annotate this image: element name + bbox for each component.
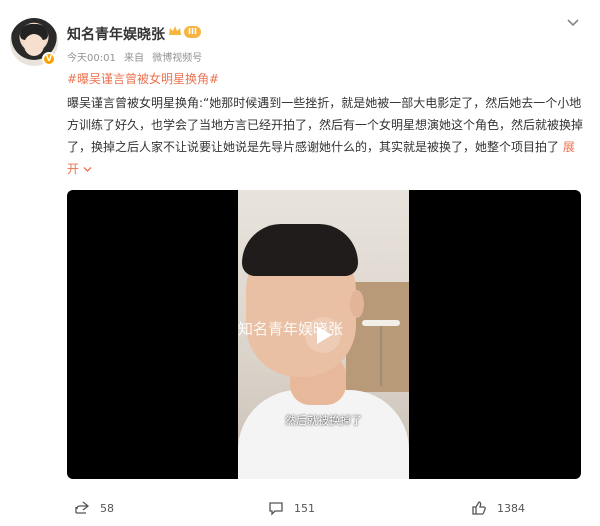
- video-player[interactable]: 知名青年娱晓张 然后就被换掉了: [67, 190, 581, 479]
- share-count: 58: [100, 501, 114, 515]
- thumbs-up-icon: [472, 501, 486, 515]
- level-badge: III: [184, 26, 201, 38]
- chevron-down-icon[interactable]: [566, 18, 580, 28]
- video-subtitle: 然后就被换掉了: [285, 414, 362, 427]
- post-content: 曝吴谨言曾被女明星换角:“她那时候遇到一些挫折，就是她被一部大电影定了，然后她去…: [67, 92, 585, 180]
- post-meta: 今天00:01 来自 微博视频号: [67, 49, 207, 64]
- crown-icon: [169, 26, 181, 35]
- expand-chevron-icon: [83, 167, 92, 172]
- comment-button[interactable]: 151: [268, 494, 315, 522]
- post-time: 今天00:01: [67, 53, 116, 64]
- comment-icon: [269, 502, 283, 516]
- share-button[interactable]: 58: [74, 494, 114, 522]
- like-button[interactable]: 1384: [471, 494, 525, 522]
- verified-badge: V: [42, 52, 56, 66]
- weibo-post: V 知名青年娱晓张 III 今天00:01 来自 微博视频号 #曝吴谨言曾被女明…: [0, 0, 600, 526]
- post-source[interactable]: 微博视频号: [152, 53, 202, 64]
- post-text: 曝吴谨言曾被女明星换角:“她那时候遇到一些挫折，就是她被一部大电影定了，然后她去…: [67, 96, 584, 154]
- source-prefix: 来自: [124, 53, 145, 64]
- like-count: 1384: [497, 501, 525, 515]
- hashtag-link[interactable]: #曝吴谨言曾被女明星换角#: [67, 70, 219, 87]
- username[interactable]: 知名青年娱晓张: [67, 24, 165, 44]
- action-bar: 58 151 1384: [0, 494, 600, 522]
- play-button[interactable]: [305, 317, 341, 353]
- play-icon: [317, 326, 332, 344]
- comment-count: 151: [294, 501, 315, 515]
- share-icon: [75, 501, 90, 514]
